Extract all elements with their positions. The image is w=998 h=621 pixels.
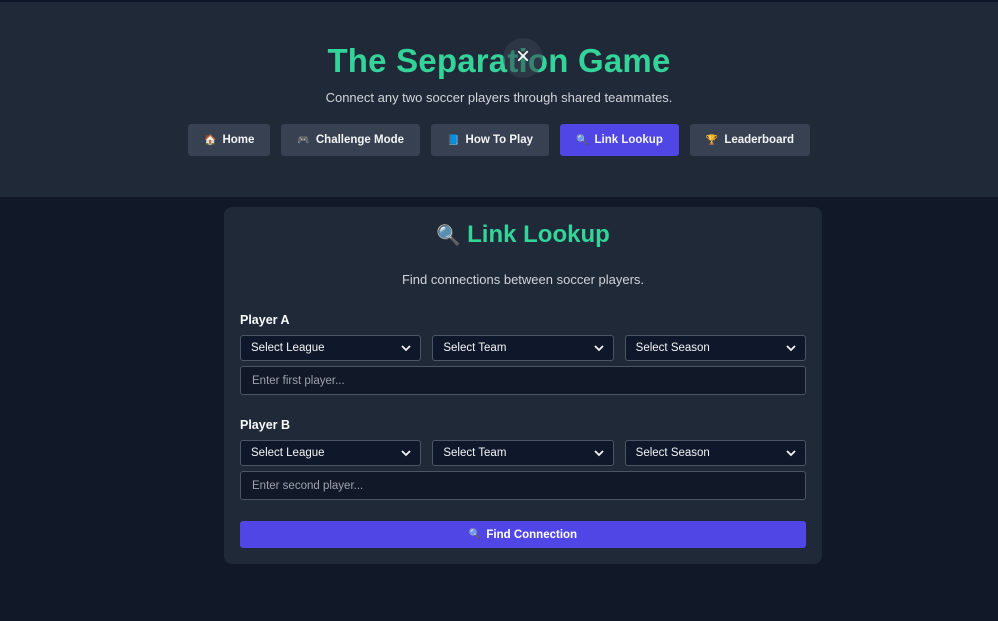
page-subtitle: Connect any two soccer players through s… bbox=[325, 90, 673, 105]
player-a-input[interactable] bbox=[240, 366, 806, 395]
nav-challenge-mode-button[interactable]: 🎮 Challenge Mode bbox=[281, 124, 421, 156]
header: The Separation Game × Connect any two so… bbox=[0, 0, 998, 197]
nav-link-lookup-button[interactable]: 🔍 Link Lookup bbox=[560, 124, 679, 156]
player-b-season-select[interactable]: Select Season bbox=[624, 440, 806, 466]
nav-how-to-play-label: How To Play bbox=[465, 134, 534, 146]
find-connection-label: Find Connection bbox=[486, 528, 578, 541]
player-b-label: Player B bbox=[240, 418, 291, 432]
chevron-down-icon bbox=[786, 345, 796, 352]
find-connection-button[interactable]: 🔍 Find Connection bbox=[240, 521, 806, 548]
card-title: 🔍 Link Lookup bbox=[224, 221, 822, 249]
chevron-down-icon bbox=[786, 450, 796, 457]
player-b-input[interactable] bbox=[240, 471, 806, 500]
card-description: Find connections between soccer players. bbox=[401, 272, 645, 287]
link-lookup-card: 🔍 Link Lookup Find connections between so… bbox=[224, 207, 822, 564]
nav-home-label: Home bbox=[222, 134, 255, 146]
player-b-filters: Select League Select Team Select Season bbox=[240, 440, 806, 466]
chevron-down-icon bbox=[401, 450, 411, 457]
player-b-season-value: Select Season bbox=[635, 447, 710, 459]
chevron-down-icon bbox=[594, 345, 604, 352]
chevron-down-icon bbox=[401, 345, 411, 352]
player-a-league-value: Select League bbox=[251, 342, 325, 354]
nav-link-lookup-label: Link Lookup bbox=[594, 134, 663, 146]
close-icon[interactable]: × bbox=[503, 38, 543, 78]
magnifier-icon: 🔍 bbox=[436, 225, 462, 247]
gamepad-icon: 🎮 bbox=[297, 134, 310, 146]
trophy-icon: 🏆 bbox=[705, 134, 719, 146]
player-a-league-select[interactable]: Select League bbox=[240, 335, 422, 361]
player-a-filters: Select League Select Team Select Season bbox=[240, 335, 806, 361]
page-title: The Separation Game bbox=[327, 42, 671, 79]
nav-bar: 🏠 Home 🎮 Challenge Mode 📘 How To Play 🔍 … bbox=[0, 124, 998, 156]
player-a-team-select[interactable]: Select Team bbox=[432, 335, 614, 361]
player-a-season-select[interactable]: Select Season bbox=[624, 335, 806, 361]
player-a-team-value: Select Team bbox=[443, 342, 507, 354]
home-icon: 🏠 bbox=[204, 134, 217, 146]
nav-leaderboard-label: Leaderboard bbox=[724, 134, 794, 146]
player-b-team-value: Select Team bbox=[443, 447, 507, 459]
chevron-down-icon bbox=[594, 450, 604, 457]
book-icon: 📘 bbox=[447, 134, 460, 146]
nav-how-to-play-button[interactable]: 📘 How To Play bbox=[431, 124, 550, 156]
player-b-team-select[interactable]: Select Team bbox=[432, 440, 614, 466]
nav-leaderboard-button[interactable]: 🏆 Leaderboard bbox=[689, 124, 810, 156]
nav-home-button[interactable]: 🏠 Home bbox=[188, 124, 271, 156]
player-a-season-value: Select Season bbox=[635, 342, 710, 354]
nav-challenge-mode-label: Challenge Mode bbox=[315, 134, 405, 146]
player-b-league-select[interactable]: Select League bbox=[240, 440, 422, 466]
player-a-label: Player A bbox=[240, 313, 290, 327]
magnifier-icon: 🔍 bbox=[576, 134, 589, 146]
magnifier-icon: 🔍 bbox=[468, 529, 482, 540]
player-b-league-value: Select League bbox=[251, 447, 325, 459]
card-title-text: Link Lookup bbox=[467, 221, 610, 248]
